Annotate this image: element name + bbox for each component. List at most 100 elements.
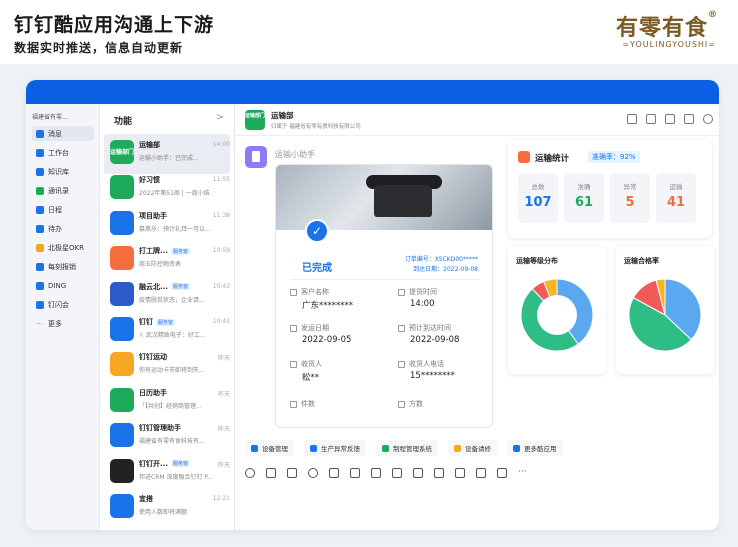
conversation-preview: 你有运动卡市即将到失... <box>139 367 205 375</box>
conversation-avatar <box>110 423 134 448</box>
conversation-title: 钉钉运动 <box>139 353 167 362</box>
sidebar-item-messages[interactable]: 消息 <box>32 126 94 141</box>
field-value: 广东******** <box>302 301 354 311</box>
sidebar-item-okr[interactable]: 北极星OKR <box>32 240 94 255</box>
chat-title: 运输部 <box>271 111 294 120</box>
at-icon[interactable] <box>308 468 318 478</box>
bot-avatar[interactable] <box>245 146 267 168</box>
conversation-time: 11:55 <box>212 176 230 184</box>
pie-chart <box>628 278 702 352</box>
brand-logo-en: =YOULINGYOUSHI= <box>622 40 716 49</box>
clock-icon[interactable] <box>434 468 444 478</box>
conversation-title: 钉钉管理助手 <box>139 424 181 433</box>
message-icon <box>36 129 44 138</box>
shortcut-label: 设备请修 <box>465 445 491 453</box>
calendar-icon[interactable] <box>371 468 381 478</box>
gear-icon[interactable] <box>703 114 713 124</box>
conversation-item[interactable]: 钉钉 服务窗 ✌ 武汉精致电子：好工... 10:43 <box>104 311 230 351</box>
conversation-item[interactable]: 钉钉运动 你有运动卡市即将到失... 昨天 <box>104 346 230 386</box>
chat-org: 归属于 福建省有零有食科技有限公司 <box>271 124 361 130</box>
conversation-item[interactable]: 运输部门 运输部 运输小助手：已完成... 14:00 <box>104 134 230 174</box>
conversation-time: 昨天 <box>217 390 230 398</box>
conversation-preview: 疫情脱贫状态，企业请... <box>139 296 205 304</box>
conversation-name: 钉钉管理助手 <box>139 423 229 433</box>
field-value: 2022-09-05 <box>302 335 352 345</box>
shortcut-item[interactable]: 制程管理系统 <box>376 440 438 456</box>
conversation-item[interactable]: 打工牌... 服务窗 周五防控物资表 10:59 <box>104 240 230 280</box>
field-label: 件数 <box>290 399 315 409</box>
shortcut-bar: 设备管理 生产异常反馈 制程管理系统 设备请修 更多酷应用 <box>245 440 563 456</box>
conversation-title: 日历助手 <box>139 388 167 397</box>
field-value: 15******** <box>410 371 455 381</box>
sidebar-item-workbench[interactable]: 工作台 <box>32 145 94 160</box>
shortcut-item[interactable]: 设备管理 <box>245 440 294 456</box>
conversation-time: 昨天 <box>217 426 230 434</box>
conversation-item[interactable]: 宜搭 使用人数即将满额 12-21 <box>104 488 230 528</box>
sidebar-item-meeting[interactable]: 钉闪会 <box>32 297 94 312</box>
conversation-item[interactable]: 钉钉管理助手 福建省有零有食科技有... 昨天 <box>104 417 230 457</box>
accuracy-badge: 准确率：92% <box>588 151 640 163</box>
link-icon[interactable] <box>455 468 465 478</box>
sidebar-item-calendar[interactable]: 日程 <box>32 202 94 217</box>
phone-icon <box>398 360 405 368</box>
sidebar-item-todo[interactable]: 待办 <box>32 221 94 236</box>
file-icon[interactable] <box>329 468 339 478</box>
conversation-list: 功能 > 运输部门 运输部 运输小助手：已完成... 14:00 好习惯 2022年第51… <box>100 104 235 530</box>
list-icon[interactable] <box>684 114 694 124</box>
app-icon <box>454 444 461 452</box>
conversation-title: 好习惯 <box>139 176 160 185</box>
stats-card[interactable]: 运输统计 准确率：92% 总数 107 准确 61 异常 5 运输 41 <box>508 140 712 238</box>
shortcut-item[interactable]: 更多酷应用 <box>507 440 563 456</box>
sidebar-item-ding[interactable]: DING <box>32 278 94 293</box>
todo-icon <box>36 224 44 233</box>
conversation-body: 运输部 运输小助手：已完成... 14:00 <box>139 140 230 162</box>
speaker-icon[interactable] <box>646 114 656 124</box>
divider <box>290 279 480 280</box>
shortcut-label: 设备管理 <box>262 445 288 453</box>
sidebar-item-more[interactable]: ··· 更多 <box>32 316 94 331</box>
conversation-item[interactable]: 项目助手 慕燕乐：预计礼拜一可以... 11:38 <box>104 205 230 245</box>
folder-icon[interactable] <box>665 114 675 124</box>
user-icon <box>290 360 297 368</box>
shortcut-item[interactable]: 生产异常反馈 <box>304 440 366 456</box>
stat-value: 107 <box>524 195 552 210</box>
chart-title: 运输合格率 <box>624 257 659 265</box>
conversation-item[interactable]: 融云北... 服务窗 疫情脱贫状态，企业请... 10:43 <box>104 276 230 316</box>
doc-icon[interactable] <box>627 114 637 124</box>
order-card[interactable]: ✓ 已完成 订单编号：XSCKD00***** 到达日期：2022-09-08 客… <box>275 164 493 428</box>
stat-accurate: 准确 61 <box>564 173 604 223</box>
folder-icon[interactable] <box>350 468 360 478</box>
org-switcher[interactable]: 福建省有零... <box>32 112 68 121</box>
conversation-time: 11:38 <box>212 211 230 219</box>
box-icon <box>290 400 297 408</box>
chart-title: 运输等级分布 <box>516 257 558 265</box>
thumbs-up-icon[interactable] <box>266 468 276 478</box>
stat-label: 准确 <box>577 183 591 191</box>
mail-icon[interactable] <box>497 468 507 478</box>
more-icon[interactable]: ··· <box>518 468 528 478</box>
chevron-right-icon[interactable]: > <box>216 112 224 123</box>
field-label: 收货人 <box>290 359 322 369</box>
shortcut-item[interactable]: 设备请修 <box>448 440 497 456</box>
sidebar-item-expense[interactable]: 每刻报销 <box>32 259 94 274</box>
conversation-item[interactable]: 日历助手 「【共创】经销商管理... 昨天 <box>104 382 230 422</box>
sidebar-item-knowledge[interactable]: 知识库 <box>32 164 94 179</box>
conversation-preview: ✌ 武汉精致电子：好工... <box>139 332 206 339</box>
stat-value: 5 <box>625 195 635 210</box>
emoji-icon[interactable] <box>245 468 255 478</box>
conversation-title: 打工牌... <box>139 247 168 256</box>
scissors-icon[interactable] <box>287 468 297 478</box>
group-avatar[interactable]: 运输部门 <box>245 110 265 130</box>
conversation-time: 10:59 <box>212 247 230 255</box>
conversation-item[interactable]: 钉钉开... 服务窗 邦迹CRM 深度融合钉钉 P... 昨天 <box>104 453 230 493</box>
chat-panel: 运输部门 运输部 归属于 福建省有零有食科技有限公司 运输小助手 ✓ 已完成 订… <box>235 104 719 530</box>
lightning-icon[interactable] <box>413 468 423 478</box>
sidebar-item-contacts[interactable]: 通讯录 <box>32 183 94 198</box>
conversation-avatar <box>110 246 134 271</box>
conversation-item[interactable]: 好习惯 2022年第51周 | 一周小结 11:55 <box>104 169 230 209</box>
checkbox-icon[interactable] <box>392 468 402 478</box>
chart-card-pass-rate[interactable]: 运输合格率 <box>616 246 714 374</box>
chart-card-grade[interactable]: 运输等级分布 <box>508 246 606 374</box>
phone-icon[interactable] <box>476 468 486 478</box>
conversation-time: 昨天 <box>217 461 230 469</box>
